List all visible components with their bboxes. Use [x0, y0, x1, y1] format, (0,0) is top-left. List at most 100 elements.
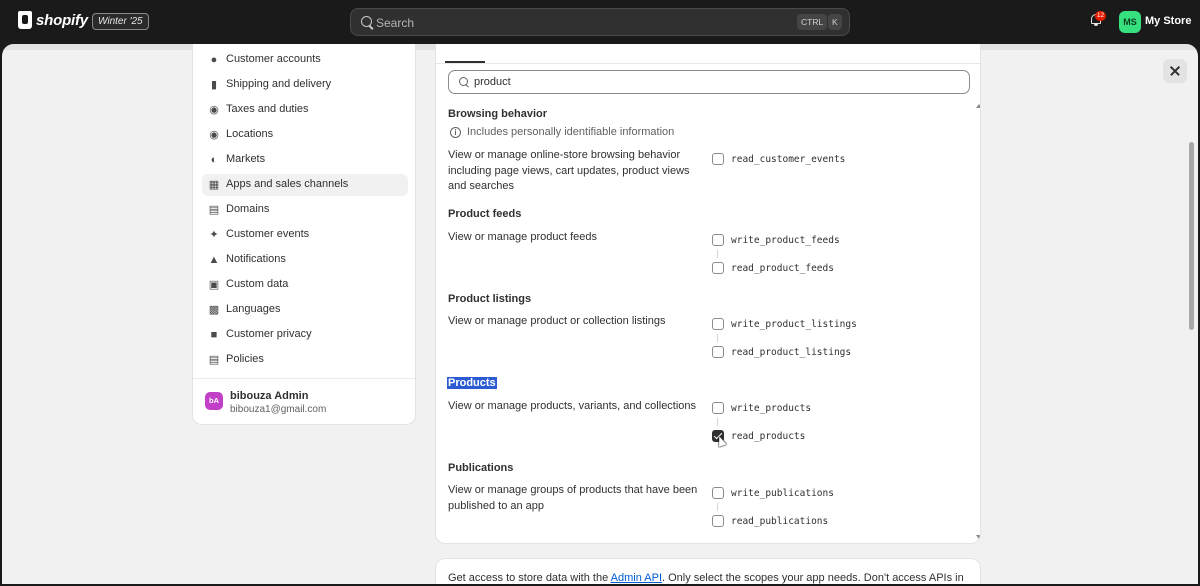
- scope-filter-value: product: [474, 76, 511, 88]
- admin-api-link[interactable]: Admin API: [611, 572, 662, 584]
- globe-icon: ◐: [210, 154, 218, 166]
- section-description: View or manage product or collection lis…: [448, 315, 666, 327]
- section-title-publications: Publications: [448, 462, 514, 474]
- sidebar-item-custom-data[interactable]: ▣ Custom data: [202, 274, 408, 296]
- section-title-product-feeds: Product feeds: [448, 208, 522, 220]
- scope-label: write_products: [731, 403, 812, 414]
- info-text-prefix: Get access to store data with the: [448, 572, 611, 584]
- sidebar-item-label: Shipping and delivery: [226, 78, 332, 90]
- bell-icon: ▲: [208, 254, 220, 266]
- notification-count-badge: 12: [1095, 11, 1106, 21]
- apps-icon: ▦: [208, 179, 220, 191]
- scope-label: read_product_listings: [731, 347, 852, 358]
- logo-text: shopify: [36, 11, 88, 29]
- language-icon: ▩: [208, 304, 220, 316]
- top-bar: shopify Winter '25 Search CTRL K 12 MS M…: [0, 0, 1200, 44]
- store-avatar[interactable]: MS: [1119, 11, 1141, 33]
- truck-icon: ▮: [210, 79, 218, 91]
- scope-connector-line: [717, 418, 718, 426]
- shopping-bag-icon: [18, 11, 32, 29]
- sidebar-item-label: Customer privacy: [226, 328, 312, 340]
- sidebar-item-label: Custom data: [226, 278, 289, 290]
- scope-connector-line: [717, 503, 718, 511]
- settings-page: ● Customer accounts ▮ Shipping and deliv…: [2, 44, 1198, 584]
- bell-clapper: [1094, 24, 1098, 26]
- sidebar-item-label: Languages: [226, 303, 281, 315]
- section-title-browsing-behavior: Browsing behavior: [448, 108, 548, 120]
- scope-checkbox-write-products[interactable]: [712, 402, 724, 414]
- section-description: View or manage products, variants, and c…: [448, 400, 697, 412]
- sidebar-item-policies[interactable]: ▤ Policies: [202, 349, 408, 371]
- scope-label: read_publications: [731, 516, 829, 527]
- person-icon: ●: [210, 54, 218, 66]
- scope-label: read_product_feeds: [731, 263, 834, 274]
- sidebar-item-label: Policies: [226, 353, 264, 365]
- sidebar-item-customer-accounts[interactable]: ● Customer accounts: [202, 49, 408, 71]
- scope-checkbox-read-product-listings[interactable]: [712, 346, 724, 358]
- sidebar-item-label: Customer events: [226, 228, 310, 240]
- sparkle-icon: ✦: [209, 229, 219, 241]
- user-email: bibouza1@gmail.com: [230, 404, 327, 415]
- sidebar-item-label: Markets: [226, 153, 266, 165]
- scroll-down-arrow-icon[interactable]: [976, 535, 980, 539]
- close-button[interactable]: [1163, 59, 1187, 83]
- mouse-cursor-icon: [715, 434, 727, 448]
- scope-filter-input[interactable]: product: [448, 70, 970, 94]
- section-title-product-listings: Product listings: [448, 293, 532, 305]
- sidebar-item-label: Notifications: [226, 253, 286, 265]
- sidebar-item-notifications[interactable]: ▲ Notifications: [202, 249, 408, 271]
- scope-checkbox-write-publications[interactable]: [712, 487, 724, 499]
- sidebar-item-languages[interactable]: ▩ Languages: [202, 299, 408, 321]
- sidebar-item-domains[interactable]: ▤ Domains: [202, 199, 408, 221]
- sidebar-item-apps-and-sales-channels[interactable]: ▦ Apps and sales channels: [202, 174, 408, 196]
- info-text-suffix: . Only select the scopes your app needs.…: [662, 572, 964, 584]
- search-input[interactable]: Search CTRL K: [350, 8, 850, 36]
- sidebar-item-label: Locations: [226, 128, 274, 140]
- lock-icon: ■: [210, 329, 218, 341]
- sidebar-divider: [193, 378, 415, 379]
- sidebar-item-locations[interactable]: ◉ Locations: [202, 124, 408, 146]
- policy-icon: ▤: [208, 354, 220, 366]
- scope-checkbox-read-publications[interactable]: [712, 515, 724, 527]
- section-title-products: Products: [447, 377, 497, 389]
- scope-checkbox-write-product-feeds[interactable]: [712, 234, 724, 246]
- scope-label: read_products: [731, 431, 806, 442]
- shopify-logo[interactable]: shopify: [18, 11, 88, 29]
- section-description: View or manage online-store browsing beh…: [448, 149, 690, 192]
- scope-checkbox-write-product-listings[interactable]: [712, 318, 724, 330]
- user-avatar[interactable]: bA: [205, 392, 223, 410]
- tax-icon: ◉: [209, 104, 219, 116]
- info-icon: i: [450, 127, 461, 138]
- sidebar-item-taxes-and-duties[interactable]: ◉ Taxes and duties: [202, 99, 408, 121]
- sidebar-item-customer-events[interactable]: ✦ Customer events: [202, 224, 408, 246]
- sidebar-item-markets[interactable]: ◐ Markets: [202, 149, 408, 171]
- api-scopes-card: product Browsing behavior i Includes per…: [435, 44, 981, 544]
- section-description: View or manage groups of products that h…: [448, 484, 698, 512]
- scope-label: write_publications: [731, 488, 834, 499]
- edition-badge[interactable]: Winter '25: [92, 13, 149, 30]
- scope-checkbox-read-product-feeds[interactable]: [712, 262, 724, 274]
- domain-icon: ▤: [208, 204, 220, 216]
- page-scrollbar-thumb[interactable]: [1189, 142, 1194, 330]
- user-name[interactable]: bibouza Admin: [230, 390, 308, 402]
- settings-sidebar: ● Customer accounts ▮ Shipping and deliv…: [192, 44, 416, 425]
- sidebar-item-label: Domains: [226, 203, 270, 215]
- scope-label: write_product_feeds: [731, 235, 840, 246]
- active-tab-indicator: [445, 61, 485, 63]
- sidebar-item-customer-privacy[interactable]: ■ Customer privacy: [202, 324, 408, 346]
- scope-checkbox-read-customer-events[interactable]: [712, 153, 724, 165]
- store-name[interactable]: My Store: [1145, 15, 1191, 27]
- search-icon: [459, 77, 468, 86]
- sidebar-item-shipping-and-delivery[interactable]: ▮ Shipping and delivery: [202, 74, 408, 96]
- location-pin-icon: ◉: [209, 129, 219, 141]
- scope-connector-line: [717, 250, 718, 258]
- search-placeholder: Search: [376, 16, 415, 30]
- sidebar-item-label: Customer accounts: [226, 53, 321, 65]
- scroll-up-arrow-icon[interactable]: [976, 104, 980, 108]
- data-icon: ▣: [208, 279, 220, 291]
- sidebar-item-label: Taxes and duties: [226, 103, 309, 115]
- scope-label: read_customer_events: [731, 154, 846, 165]
- shortcut-k-key: K: [828, 14, 842, 30]
- scope-connector-line: [717, 334, 718, 342]
- scope-label: write_product_listings: [731, 319, 857, 330]
